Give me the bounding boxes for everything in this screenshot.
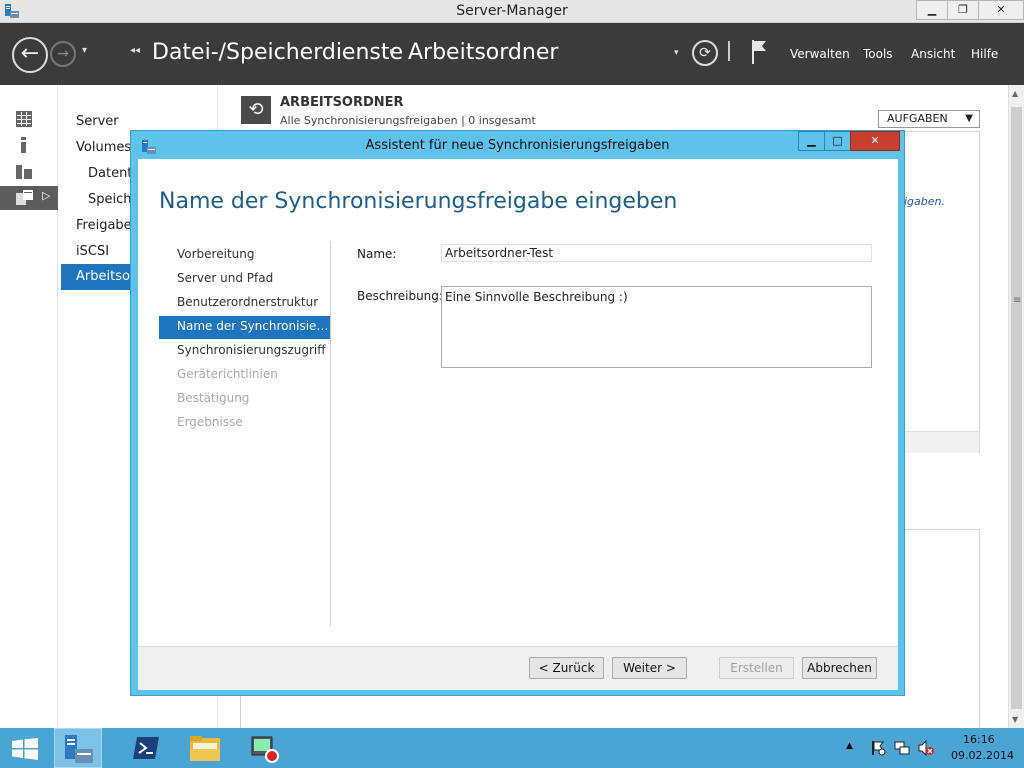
cancel-button[interactable]: Abbrechen <box>802 657 877 679</box>
menu-help[interactable]: Hilfe <box>971 47 998 61</box>
nav-item-volumes[interactable]: Volumes <box>76 140 131 155</box>
dialog-minimize-button[interactable]: ▁ <box>798 131 825 151</box>
description-label: Beschreibung: <box>357 289 443 303</box>
window-controls: ▁ ❐ ✕ <box>916 0 1024 22</box>
window-titlebar: Server-Manager ▁ ❐ ✕ <box>0 0 1024 23</box>
dialog-controls: ▁ □ ✕ <box>798 131 900 151</box>
breadcrumb-separator-icon: ▸ <box>390 46 396 57</box>
local-server-icon[interactable] <box>16 137 32 153</box>
tile-subtitle: Alle Synchronisierungsfreigaben | 0 insg… <box>280 114 536 127</box>
minimize-button[interactable]: ▁ <box>916 0 948 20</box>
expand-arrow-icon[interactable]: ▷ <box>42 189 50 202</box>
nav-item-freigaben[interactable]: Freigabe <box>76 218 132 233</box>
icon-strip: ▷ <box>0 85 58 728</box>
windows-start-icon[interactable] <box>12 738 38 760</box>
dialog-maximize-button[interactable]: □ <box>824 131 851 151</box>
name-label: Name: <box>357 247 397 261</box>
create-button: Erstellen <box>719 657 794 679</box>
taskbar: ▲ 16:16 09.02.2014 <box>0 728 1024 768</box>
steps-divider <box>330 241 331 626</box>
scroll-down-icon[interactable]: ▼ <box>1012 715 1018 724</box>
nav-item-datentraeger[interactable]: Datent <box>88 166 132 181</box>
folder-icon <box>190 736 220 761</box>
volume-muted-icon[interactable] <box>918 740 934 756</box>
restore-button[interactable]: ❐ <box>947 0 979 20</box>
menu-tools[interactable]: Tools <box>863 47 893 61</box>
sync-folder-icon: ⟲ <box>241 96 271 124</box>
header-bar: ← → ▾ ◂◂ Datei-/Speicherdienste ▸ Arbeit… <box>0 23 1024 85</box>
server-manager-taskbar-icon <box>65 735 93 763</box>
breadcrumb-current: Arbeitsordner <box>408 40 559 65</box>
step-bestaetigung: Bestätigung <box>177 391 250 405</box>
vertical-scrollbar[interactable]: ▲ ≡ ▼ <box>1008 85 1024 728</box>
next-button[interactable]: Weiter > <box>612 657 687 679</box>
dialog-heading: Name der Synchronisierungsfreigabe einge… <box>159 189 678 214</box>
close-button[interactable]: ✕ <box>978 0 1024 20</box>
strip-selected-item[interactable]: ▷ <box>0 186 58 210</box>
nav-item-server[interactable]: Server <box>76 114 119 129</box>
step-geraeterichtlinien: Geräterichtlinien <box>177 367 278 381</box>
taskbar-server-manager[interactable] <box>54 728 102 768</box>
history-dropdown-icon[interactable]: ▾ <box>82 45 87 56</box>
taskbar-explorer[interactable] <box>181 728 229 768</box>
back-arrow-icon[interactable]: ← <box>12 37 48 73</box>
dialog-footer: < Zurück Weiter > Erstellen Abbrechen <box>138 646 898 690</box>
all-servers-icon[interactable] <box>16 163 32 179</box>
clock-date[interactable]: 09.02.2014 <box>951 749 1014 762</box>
chevron-down-icon: ▼ <box>965 113 973 124</box>
step-vorbereitung[interactable]: Vorbereitung <box>159 244 331 267</box>
action-center-icon[interactable] <box>870 740 886 756</box>
window-title: Server-Manager <box>456 3 568 19</box>
header-divider <box>728 41 730 61</box>
panel-hint-text[interactable]: igaben. <box>904 195 945 208</box>
file-storage-icon <box>16 190 33 205</box>
step-server-und-pfad[interactable]: Server und Pfad <box>159 268 331 291</box>
scroll-grip-icon: ≡ <box>1013 295 1022 306</box>
powershell-icon <box>133 737 159 759</box>
step-benutzerordnerstruktur[interactable]: Benutzerordnerstruktur <box>159 292 331 315</box>
taskbar-recorder[interactable] <box>240 728 288 768</box>
menu-manage[interactable]: Verwalten <box>790 47 850 61</box>
dialog-title: Assistent für neue Synchronisierungsfrei… <box>365 138 670 153</box>
back-button[interactable]: < Zurück <box>529 657 604 679</box>
step-name[interactable]: Name der Synchronisieru... <box>159 316 331 339</box>
tasks-label: AUFGABEN <box>887 112 948 125</box>
wizard-dialog: Assistent für neue Synchronisierungsfrei… <box>130 130 905 696</box>
network-icon[interactable] <box>894 740 910 756</box>
breadcrumb-arrows-icon: ◂◂ <box>130 45 141 56</box>
header-dropdown-icon[interactable]: ▾ <box>674 48 679 58</box>
nav-item-iscsi[interactable]: iSCSI <box>76 244 109 259</box>
dialog-close-button[interactable]: ✕ <box>850 131 900 151</box>
tray-overflow-icon[interactable]: ▲ <box>846 741 853 751</box>
step-synchronisierungszugriff[interactable]: Synchronisierungszugriff <box>159 340 331 363</box>
dashboard-icon[interactable] <box>16 111 32 127</box>
forward-arrow-icon[interactable]: → <box>50 41 76 67</box>
notifications-flag-icon[interactable] <box>750 39 768 65</box>
name-input[interactable] <box>441 244 872 262</box>
taskbar-powershell[interactable] <box>122 728 170 768</box>
screen-recorder-icon <box>251 736 279 763</box>
menu-view[interactable]: Ansicht <box>911 47 955 61</box>
dialog-body: Name der Synchronisierungsfreigabe einge… <box>138 159 898 690</box>
refresh-icon[interactable]: ⟳ <box>692 40 718 66</box>
description-textarea[interactable]: Eine Sinnvolle Beschreibung :) <box>441 286 872 368</box>
nav-item-speicherpools[interactable]: Speich <box>88 192 132 207</box>
step-ergebnisse: Ergebnisse <box>177 415 243 429</box>
tasks-dropdown[interactable]: AUFGABEN ▼ <box>878 110 980 128</box>
scroll-up-icon[interactable]: ▲ <box>1012 89 1018 98</box>
breadcrumb-root[interactable]: Datei-/Speicherdienste <box>152 40 403 65</box>
clock-time[interactable]: 16:16 <box>963 733 995 746</box>
tile-title: ARBEITSORDNER <box>280 95 404 110</box>
scroll-thumb[interactable] <box>1011 107 1022 709</box>
